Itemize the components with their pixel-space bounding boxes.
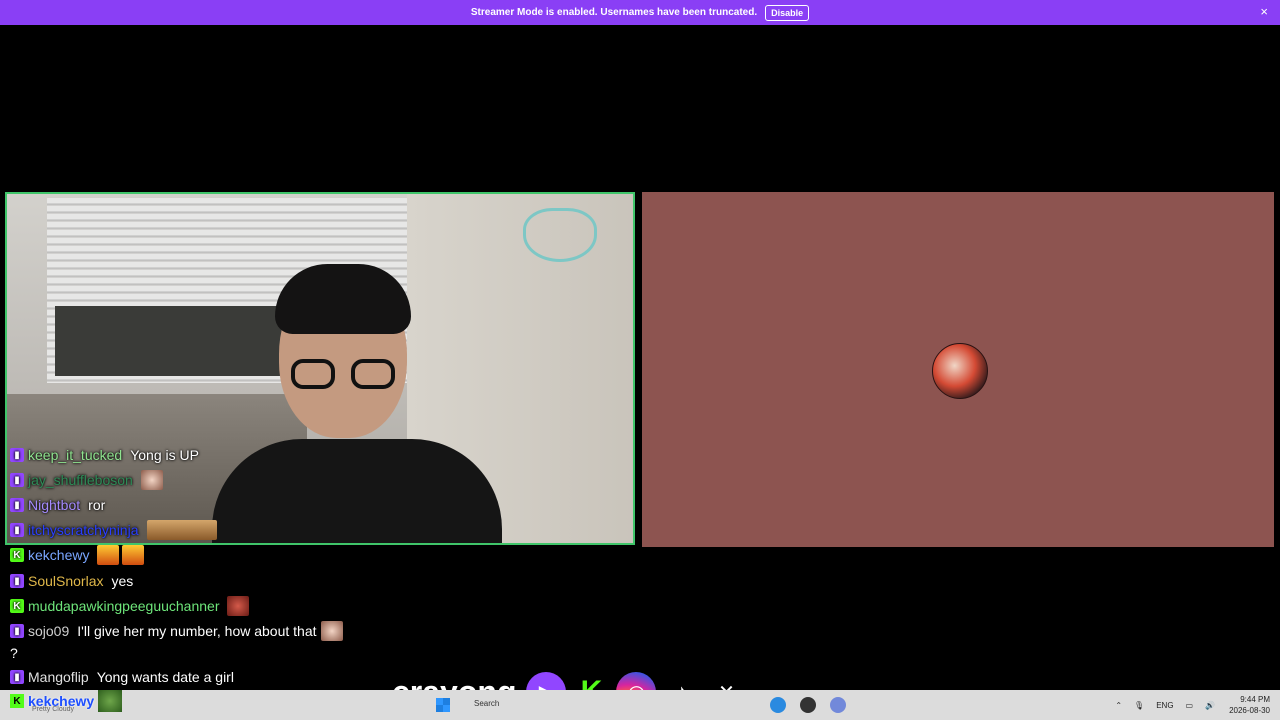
chat-message: ▮ Mangoflip Yong wants date a girl [10, 666, 238, 688]
sloth-neon-sign [523, 208, 597, 262]
glasses [291, 359, 395, 389]
chat-username[interactable]: keep_it_tucked [28, 447, 122, 463]
kick-badge-icon: K [10, 548, 24, 562]
twitch-badge-icon: ▮ [10, 473, 24, 487]
weather-label: Pretty Cloudy [32, 706, 75, 713]
fire-emote-icon [122, 545, 145, 565]
chat-message: ▮ sojo09 I'll give her my number, how abou… [10, 620, 346, 642]
taskbar-apps [770, 697, 860, 713]
twitch-badge-icon: ▮ [10, 624, 24, 638]
clock-time: 9:44 PM [1240, 695, 1270, 704]
twitch-badge-icon: ▮ [10, 498, 24, 512]
chat-username[interactable]: sojo09 [28, 623, 69, 639]
twitch-badge-icon: ▮ [10, 448, 24, 462]
person-body [212, 439, 502, 543]
chat-message: ▮ Nightbot ror [10, 494, 109, 516]
discord-icon[interactable] [830, 697, 846, 713]
chat-text: yes [111, 573, 134, 589]
red-emote-icon [227, 596, 250, 616]
taskbar: Search ⌃ 🎙 ENG ▭ 🔊 9:44 PM 2026-08-30 [0, 690, 1280, 720]
chevron-up-icon[interactable]: ⌃ [1115, 701, 1122, 710]
chat-message: ▮ keep_it_tucked Yong is UP [10, 444, 203, 466]
streamer-mode-banner: Streamer Mode is enabled. Usernames have… [0, 0, 1280, 25]
person-hair [275, 264, 411, 334]
chat-username[interactable]: jay_shuffleboson [28, 472, 133, 488]
twitch-badge-icon: ▮ [10, 574, 24, 588]
taskbar-search[interactable]: Search [474, 699, 499, 708]
webcam-tile [5, 192, 635, 545]
face-emote-icon [320, 621, 343, 641]
chat-message: ▮ jay_shuffleboson [10, 469, 166, 491]
chat-username[interactable]: SoulSnorlax [28, 573, 104, 589]
close-icon[interactable]: × [1260, 4, 1268, 19]
chat-text: ror [88, 497, 106, 513]
chat-text: ? [10, 645, 18, 661]
kick-badge-icon: K [10, 599, 24, 613]
chat-message: ▮ itchyscratchyninja [10, 519, 220, 541]
chat-text: Yong wants date a girl [96, 669, 234, 685]
app-icon[interactable] [800, 697, 816, 713]
bottom-chat-entry: K kekchewy Pretty Cloudy [10, 690, 123, 713]
kick-badge-icon: K [10, 694, 24, 708]
participant-avatar [932, 343, 988, 399]
chat-username[interactable]: muddapawkingpeeguuchanner [28, 598, 219, 614]
banner-message: Streamer Mode is enabled. Usernames have… [470, 7, 758, 18]
chat-message: Kmuddapawkingpeeguuchanner [10, 595, 252, 617]
twitch-badge-icon: ▮ [10, 670, 24, 684]
chat-message: ▮ SoulSnorlax yes [10, 570, 137, 592]
language-indicator[interactable]: ENG [1156, 701, 1173, 710]
pepe-emote-icon [98, 690, 123, 712]
chat-text: I'll give her my number, how about that [77, 623, 317, 639]
chat-message: Kkekchewy [10, 544, 147, 566]
chat-username[interactable]: itchyscratchyninja [28, 522, 139, 538]
clock[interactable]: 9:44 PM 2026-08-30 [1229, 694, 1270, 716]
chat-message: ? [10, 642, 22, 664]
face-emote-icon [140, 470, 163, 490]
chat-text: Yong is UP [130, 447, 199, 463]
pizza-emote-icon [146, 520, 217, 540]
chat-username[interactable]: Nightbot [28, 497, 80, 513]
twitch-badge-icon: ▮ [10, 523, 24, 537]
clock-date: 2026-08-30 [1229, 706, 1270, 715]
chat-username[interactable]: Mangoflip [28, 669, 89, 685]
fire-emote-icon [97, 545, 120, 565]
participant-tile [642, 192, 1274, 547]
network-icon[interactable]: ▭ [1186, 701, 1194, 710]
windows-start-icon[interactable] [436, 698, 450, 712]
volume-icon[interactable]: 🔊 [1205, 701, 1215, 710]
disable-button[interactable]: Disable [765, 4, 810, 21]
system-tray: ⌃ 🎙 ENG ▭ 🔊 9:44 PM 2026-08-30 [1103, 694, 1270, 716]
browser-icon[interactable] [770, 697, 786, 713]
mic-icon[interactable]: 🎙 [1134, 701, 1144, 710]
chat-username[interactable]: kekchewy [28, 547, 89, 563]
